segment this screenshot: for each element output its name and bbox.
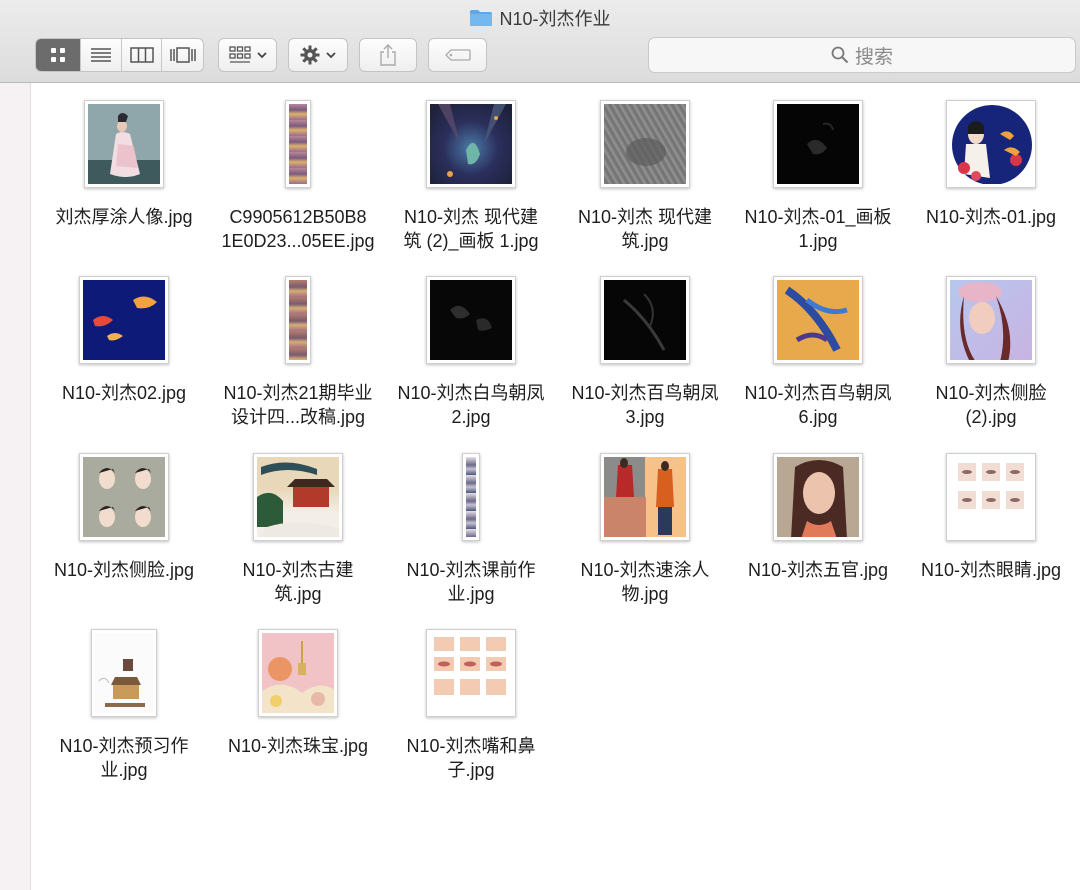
file-name: N10-刘杰02.jpg bbox=[61, 383, 187, 403]
share-button[interactable] bbox=[360, 39, 416, 71]
file-item[interactable]: N10-刘杰眼睛.jpg bbox=[904, 439, 1078, 609]
file-thumbnail bbox=[600, 100, 690, 188]
share-control bbox=[359, 38, 417, 72]
file-thumbnail bbox=[773, 453, 863, 541]
file-name: N10-刘杰 现代建 筑.jpg bbox=[577, 207, 712, 251]
file-name: N10-刘杰白鸟朝凤 2.jpg bbox=[397, 383, 545, 427]
column-view-button[interactable] bbox=[122, 39, 162, 71]
file-thumbnail bbox=[946, 453, 1036, 541]
file-thumbnail bbox=[285, 100, 311, 188]
search-icon bbox=[831, 46, 849, 64]
file-name: N10-刘杰21期毕业 设计四...改稿.jpg bbox=[223, 383, 373, 427]
column-view-icon bbox=[129, 47, 154, 63]
file-name: 刘杰厚涂人像.jpg bbox=[55, 207, 193, 227]
file-item[interactable]: N10-刘杰-01.jpg bbox=[904, 86, 1078, 256]
file-item[interactable]: N10-刘杰速涂人 物.jpg bbox=[558, 439, 732, 609]
file-item[interactable]: N10-刘杰五官.jpg bbox=[731, 439, 905, 609]
list-view-button[interactable] bbox=[81, 39, 122, 71]
file-item[interactable]: N10-刘杰侧脸 (2).jpg bbox=[904, 262, 1078, 432]
file-item[interactable]: N10-刘杰侧脸.jpg bbox=[37, 439, 211, 609]
gear-icon bbox=[300, 45, 320, 65]
file-thumbnail bbox=[426, 100, 516, 188]
arrange-button[interactable] bbox=[219, 39, 276, 71]
file-name: N10-刘杰古建 筑.jpg bbox=[242, 560, 354, 604]
file-item[interactable]: N10-刘杰百鸟朝凤 3.jpg bbox=[558, 262, 732, 432]
file-name: N10-刘杰-01.jpg bbox=[925, 207, 1057, 227]
file-thumbnail bbox=[600, 276, 690, 364]
file-item[interactable]: N10-刘杰古建 筑.jpg bbox=[211, 439, 385, 609]
file-thumbnail bbox=[253, 453, 343, 541]
file-item[interactable]: N10-刘杰课前作 业.jpg bbox=[384, 439, 558, 609]
arrange-icon bbox=[228, 46, 251, 63]
file-item[interactable]: N10-刘杰白鸟朝凤 2.jpg bbox=[384, 262, 558, 432]
file-item[interactable]: N10-刘杰 现代建 筑.jpg bbox=[558, 86, 732, 256]
icon-view-button[interactable] bbox=[36, 39, 81, 71]
file-name: N10-刘杰五官.jpg bbox=[747, 560, 889, 580]
file-thumbnail bbox=[946, 100, 1036, 188]
finder-toolbar: N10-刘杰作业 搜索 bbox=[0, 0, 1080, 83]
file-item[interactable]: N10-刘杰嘴和鼻 子.jpg bbox=[384, 615, 558, 785]
file-name: N10-刘杰珠宝.jpg bbox=[227, 736, 369, 756]
sidebar-edge bbox=[0, 83, 31, 890]
file-thumbnail bbox=[79, 453, 169, 541]
file-item[interactable]: N10-刘杰百鸟朝凤 6.jpg bbox=[731, 262, 905, 432]
file-item[interactable]: N10-刘杰 现代建筑 (2)_画板 1.jpg bbox=[384, 86, 558, 256]
file-name: C9905612B50B8 1E0D23...05EE.jpg bbox=[221, 207, 375, 251]
file-item[interactable]: N10-刘杰02.jpg bbox=[37, 262, 211, 432]
file-thumbnail bbox=[84, 100, 164, 188]
tag-control bbox=[428, 38, 487, 72]
file-thumbnail bbox=[773, 100, 863, 188]
file-item[interactable]: N10-刘杰21期毕业 设计四...改稿.jpg bbox=[211, 262, 385, 432]
file-name: N10-刘杰百鸟朝凤 6.jpg bbox=[744, 383, 892, 427]
file-thumbnail bbox=[600, 453, 690, 541]
file-item[interactable]: N10-刘杰-01_画板 1.jpg bbox=[731, 86, 905, 256]
file-name: N10-刘杰课前作 业.jpg bbox=[406, 560, 536, 604]
file-thumbnail bbox=[946, 276, 1036, 364]
file-thumbnail bbox=[426, 629, 516, 717]
icon-view-icon bbox=[51, 48, 65, 62]
file-name: N10-刘杰速涂人 物.jpg bbox=[580, 560, 710, 604]
gallery-view-icon bbox=[169, 47, 196, 63]
file-thumbnail bbox=[91, 629, 157, 717]
arrange-control bbox=[218, 38, 277, 72]
view-mode-control bbox=[35, 38, 204, 72]
chevron-down-icon bbox=[256, 51, 267, 58]
share-icon bbox=[380, 44, 396, 66]
chevron-down-icon bbox=[326, 51, 336, 58]
file-name: N10-刘杰百鸟朝凤 3.jpg bbox=[571, 383, 719, 427]
file-item[interactable]: 刘杰厚涂人像.jpg bbox=[37, 86, 211, 256]
file-name: N10-刘杰嘴和鼻 子.jpg bbox=[406, 736, 536, 780]
tag-icon bbox=[444, 49, 471, 61]
search-field[interactable]: 搜索 bbox=[648, 37, 1076, 73]
file-name: N10-刘杰侧脸.jpg bbox=[53, 560, 195, 580]
folder-icon bbox=[469, 9, 493, 27]
tag-button[interactable] bbox=[429, 39, 486, 71]
file-thumbnail bbox=[462, 453, 480, 541]
list-view-icon bbox=[91, 48, 111, 62]
search-placeholder: 搜索 bbox=[854, 46, 893, 68]
file-item[interactable]: N10-刘杰预习作 业.jpg bbox=[37, 615, 211, 785]
action-button[interactable] bbox=[289, 39, 347, 71]
file-name: N10-刘杰侧脸 (2).jpg bbox=[935, 383, 1047, 427]
file-name: N10-刘杰-01_画板 1.jpg bbox=[744, 207, 892, 251]
file-thumbnail bbox=[426, 276, 516, 364]
file-item[interactable]: N10-刘杰珠宝.jpg bbox=[211, 615, 385, 785]
file-thumbnail bbox=[773, 276, 863, 364]
file-name: N10-刘杰 现代建筑 (2)_画板 1.jpg bbox=[403, 207, 539, 251]
file-thumbnail bbox=[79, 276, 169, 364]
window-title-text: N10-刘杰作业 bbox=[499, 9, 611, 29]
window-title: N10-刘杰作业 bbox=[0, 6, 1080, 30]
action-control bbox=[288, 38, 348, 72]
file-name: N10-刘杰眼睛.jpg bbox=[920, 560, 1062, 580]
file-name: N10-刘杰预习作 业.jpg bbox=[59, 736, 189, 780]
file-item[interactable]: C9905612B50B8 1E0D23...05EE.jpg bbox=[211, 86, 385, 256]
gallery-view-button[interactable] bbox=[162, 39, 203, 71]
file-thumbnail bbox=[285, 276, 311, 364]
file-thumbnail bbox=[258, 629, 338, 717]
